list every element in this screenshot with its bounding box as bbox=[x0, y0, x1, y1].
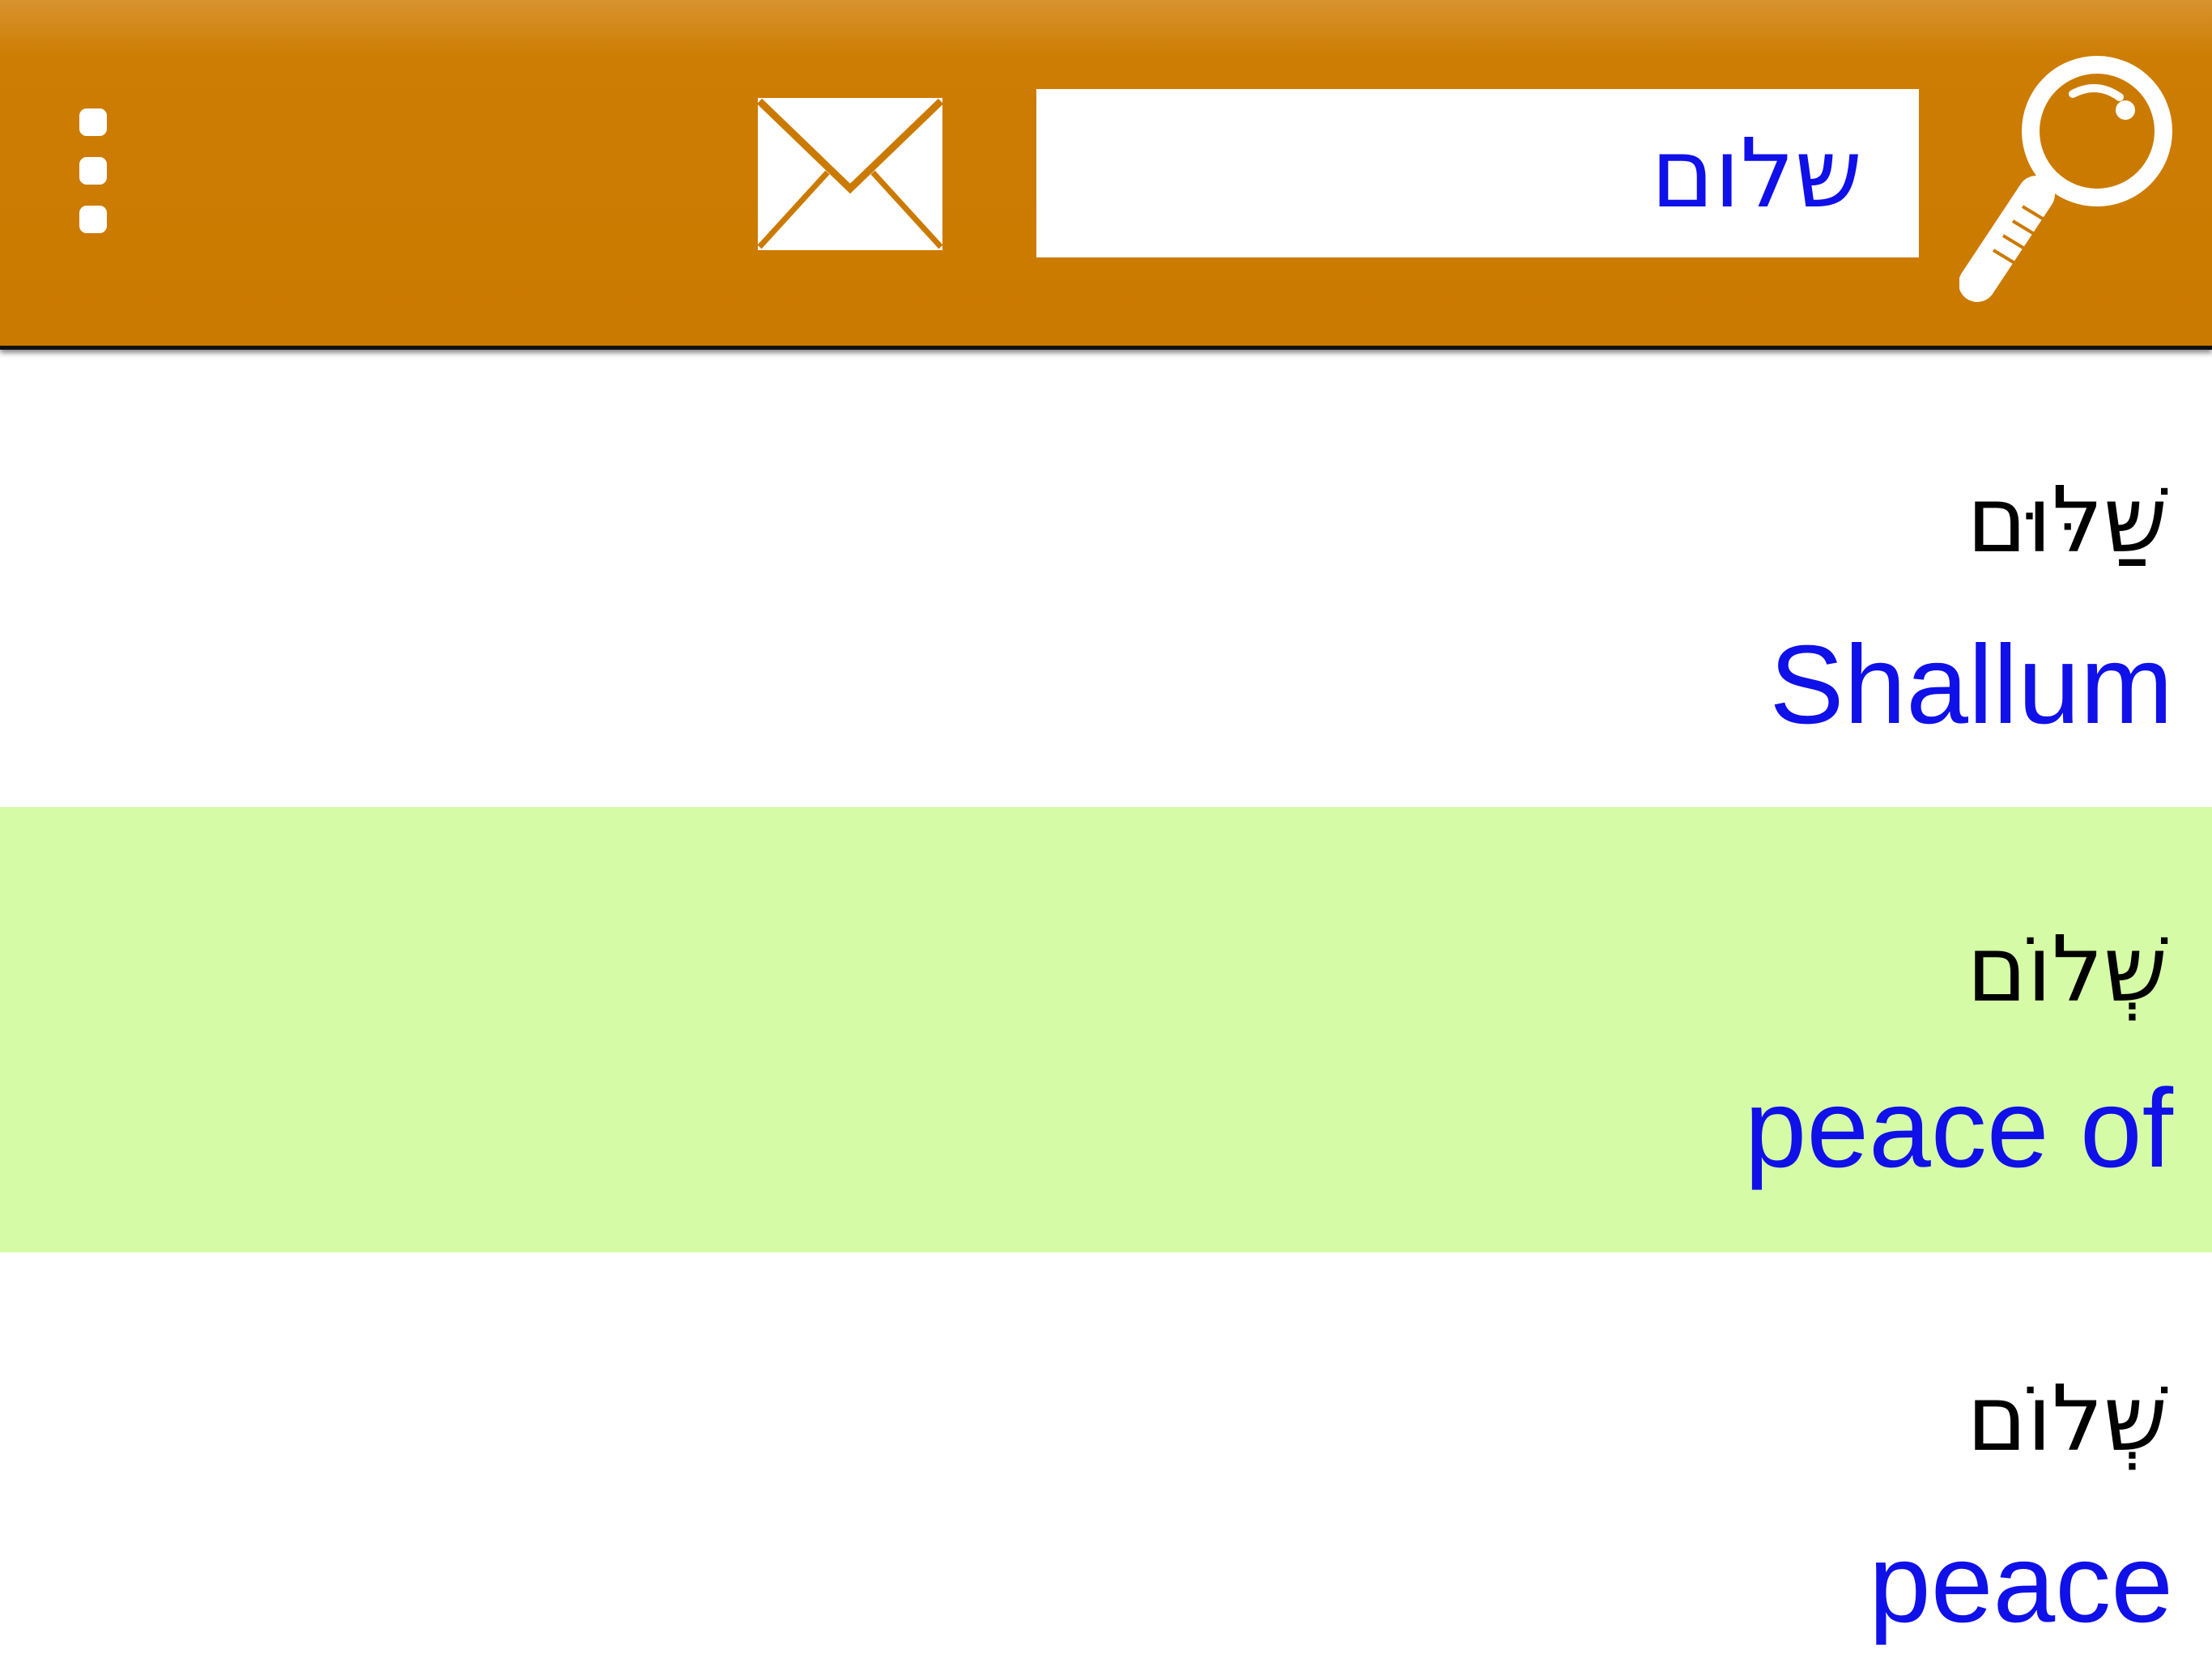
results-list: שַׁלּוּם Shallum שְׁלוֹם peace of שְׁלוֹ… bbox=[0, 354, 2212, 1658]
hebrew-word: שַׁלּוּם bbox=[1967, 468, 2167, 573]
result-row-selected[interactable]: שְׁלוֹם peace of bbox=[0, 807, 2212, 1252]
search-button[interactable] bbox=[1959, 40, 2178, 308]
dictionary-app: שַׁלּוּם Shallum שְׁלוֹם peace of שְׁלוֹ… bbox=[0, 0, 2212, 1658]
overflow-menu-button[interactable] bbox=[49, 89, 138, 251]
email-button[interactable] bbox=[753, 93, 947, 255]
hebrew-word: שְׁלוֹם bbox=[1967, 917, 2167, 1022]
english-gloss: Shallum bbox=[1769, 623, 2173, 747]
magnifier-icon bbox=[1959, 56, 2172, 302]
search-input[interactable] bbox=[1036, 89, 1919, 257]
envelope-icon bbox=[756, 98, 944, 250]
english-gloss: peace bbox=[1869, 1521, 2173, 1646]
english-gloss: peace of bbox=[1744, 1066, 2173, 1191]
top-toolbar bbox=[0, 0, 2212, 350]
result-row[interactable]: שְׁלוֹם peace bbox=[0, 1252, 2212, 1658]
hebrew-word: שְׁלוֹם bbox=[1967, 1367, 2167, 1472]
result-row[interactable]: שַׁלּוּם Shallum bbox=[0, 354, 2212, 799]
